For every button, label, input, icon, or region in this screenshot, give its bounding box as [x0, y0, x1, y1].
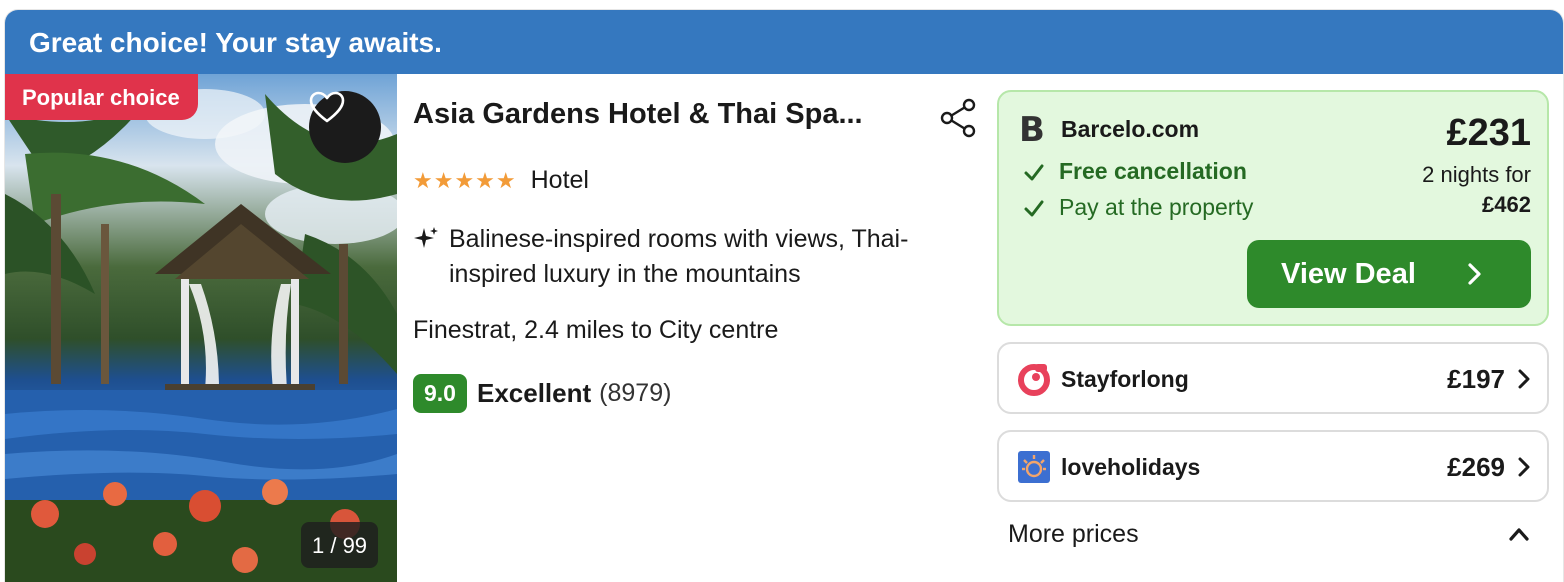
view-deal-button[interactable]: View Deal — [1247, 240, 1531, 308]
hotel-photo[interactable]: Popular choice 1 / 99 — [5, 74, 397, 582]
hotel-highlight: Balinese-inspired rooms with views, Thai… — [449, 225, 909, 288]
rating-stars-row: ★★★★★ Hotel — [413, 166, 589, 195]
banner-text: Great choice! Your stay awaits. — [29, 27, 442, 58]
favorite-button[interactable] — [309, 91, 381, 163]
hotel-location: Finestrat, 2.4 miles to City centre — [413, 316, 779, 344]
share-button[interactable] — [937, 96, 981, 140]
deal-row-loveholidays[interactable]: loveholidays £269 — [997, 430, 1549, 502]
review-count: (8979) — [599, 379, 672, 407]
promo-banner: Great choice! Your stay awaits. — [5, 10, 1563, 74]
share-icon — [940, 98, 976, 138]
deal-price: £269 — [1447, 452, 1505, 482]
hotel-name[interactable]: Asia Gardens Hotel & Thai Spa... — [413, 98, 863, 131]
featured-provider-name: Barcelo.com — [1061, 116, 1200, 142]
review-rating-row[interactable]: 9.0 Excellent (8979) — [413, 374, 671, 413]
chevron-right-icon — [1518, 457, 1530, 477]
deal-price: £197 — [1447, 364, 1505, 394]
loveholidays-logo-icon — [1018, 451, 1050, 483]
deal-provider-name: loveholidays — [1061, 454, 1201, 480]
chevron-right-icon — [1468, 263, 1481, 285]
star-rating: ★★★★★ — [413, 167, 517, 193]
nightly-price: £231 — [1446, 112, 1531, 154]
review-rating-label: Excellent — [476, 378, 592, 408]
feature-label: Free cancellation — [1059, 158, 1247, 184]
popular-choice-badge: Popular choice — [5, 74, 198, 120]
hotel-info: Asia Gardens Hotel & Thai Spa... ★★★★★ H… — [413, 74, 993, 582]
chevron-right-icon — [1518, 369, 1530, 389]
photo-counter-text: 1 / 99 — [312, 533, 368, 558]
feature-free-cancellation: Free cancellation — [1023, 158, 1247, 185]
review-score-badge: 9.0 — [413, 374, 467, 413]
hotel-card: Great choice! Your stay awaits. Popular … — [4, 9, 1564, 582]
featured-deal[interactable]: B Barcelo.com Free cancellation Pay at t… — [997, 90, 1549, 326]
heart-icon — [309, 91, 345, 123]
checkmark-icon — [1024, 164, 1044, 180]
photo-counter: 1 / 99 — [301, 522, 379, 568]
feature-label: Pay at the property — [1059, 194, 1254, 220]
sparkle-icon — [414, 227, 438, 248]
checkmark-icon — [1024, 200, 1044, 216]
chevron-up-icon[interactable] — [1508, 526, 1530, 542]
more-prices-toggle[interactable]: More prices — [1008, 520, 1139, 549]
barcelo-logo-icon: B — [1019, 110, 1045, 150]
popular-choice-label: Popular choice — [22, 85, 180, 110]
hotel-type: Hotel — [530, 166, 589, 194]
total-price: £462 — [1482, 192, 1531, 217]
deal-provider-name: Stayforlong — [1061, 366, 1189, 392]
deal-row-stayforlong[interactable]: Stayforlong £197 — [997, 342, 1549, 414]
view-deal-label: View Deal — [1281, 257, 1416, 290]
feature-pay-at-property: Pay at the property — [1023, 194, 1253, 221]
nights-label: 2 nights for — [1422, 162, 1531, 187]
stayforlong-logo-icon — [1018, 364, 1050, 396]
